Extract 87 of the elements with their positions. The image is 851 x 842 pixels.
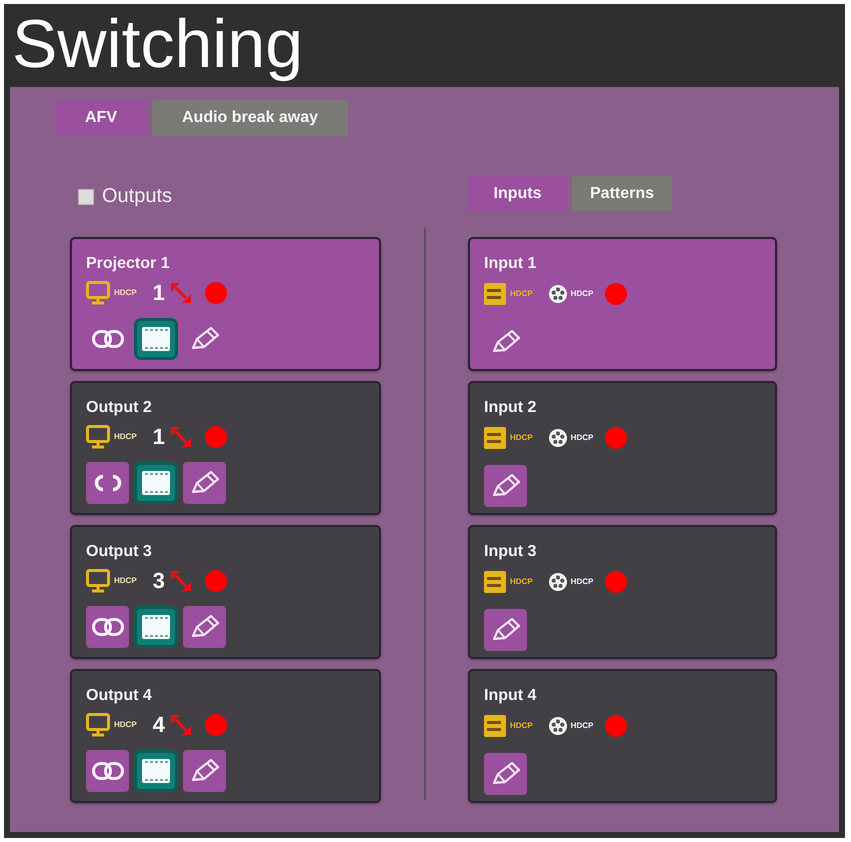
output-card[interactable]: Output 2 HDCP 1: [70, 381, 381, 515]
output-card[interactable]: Output 4 HDCP 4: [70, 669, 381, 803]
outputs-label: Outputs: [102, 185, 172, 208]
hdcp-label: HDCP: [510, 290, 533, 298]
hdcp-label: HDCP: [570, 578, 594, 586]
port-icon: [484, 427, 506, 449]
pencil-icon: [190, 614, 220, 640]
monitor-icon: [86, 568, 110, 592]
status-dot-icon: [605, 571, 628, 593]
input-name: Input 3: [484, 543, 536, 561]
pencil-icon: [190, 326, 220, 352]
video-button[interactable]: [134, 318, 178, 360]
status-dot-icon: [204, 282, 227, 304]
input-card[interactable]: Input 4 HDCP HDCP: [468, 669, 777, 803]
film-strip-icon: [142, 471, 170, 495]
link-button[interactable]: [86, 750, 129, 792]
input-card[interactable]: Input 2 HDCP HDCP: [468, 381, 777, 515]
double-arrow-icon: [170, 714, 191, 734]
edit-button[interactable]: [183, 462, 226, 504]
video-button[interactable]: [134, 462, 178, 504]
source-tab[interactable]: Patterns: [572, 176, 672, 211]
port-icon: [484, 571, 506, 593]
output-card[interactable]: Projector 1 HDCP 1: [70, 237, 381, 371]
outputs-checkbox[interactable]: [78, 188, 94, 204]
port-icon: [484, 283, 506, 305]
hdcp-label: HDCP: [570, 434, 594, 442]
double-arrow-icon: [170, 570, 191, 590]
output-card[interactable]: Output 3 HDCP 3: [70, 525, 381, 659]
video-button[interactable]: [134, 750, 178, 792]
source-number: 3: [152, 568, 165, 594]
pencil-icon: [190, 758, 220, 784]
hdcp-label: HDCP: [114, 576, 137, 584]
input-name: Input 1: [484, 255, 536, 273]
pencil-icon: [490, 473, 520, 499]
input-name: Input 4: [484, 687, 536, 705]
monitor-icon: [86, 424, 110, 448]
pencil-icon: [490, 329, 520, 355]
video-button[interactable]: [134, 606, 178, 648]
hdcp-label: HDCP: [510, 722, 533, 730]
edit-button[interactable]: [484, 753, 527, 795]
link-button[interactable]: [86, 462, 129, 504]
film-strip-icon: [142, 327, 170, 351]
output-name: Output 2: [86, 399, 152, 417]
source-number: 1: [152, 280, 165, 306]
hdcp-label: HDCP: [570, 290, 594, 298]
pencil-icon: [490, 617, 520, 643]
edit-button[interactable]: [484, 465, 527, 507]
output-name: Output 3: [86, 543, 152, 561]
film-reel-icon: [548, 717, 567, 735]
source-tab[interactable]: Inputs: [468, 176, 567, 211]
pencil-icon: [490, 761, 520, 787]
edit-button[interactable]: [183, 606, 226, 648]
output-name: Projector 1: [86, 255, 170, 273]
monitor-icon: [86, 712, 110, 736]
hdcp-label: HDCP: [114, 720, 137, 728]
film-reel-icon: [548, 573, 567, 591]
hdcp-label: HDCP: [570, 722, 594, 730]
film-strip-icon: [142, 615, 170, 639]
source-number: 4: [152, 712, 165, 738]
link-button[interactable]: [86, 606, 129, 648]
status-dot-icon: [605, 283, 628, 305]
source-number: 1: [152, 424, 165, 450]
status-dot-icon: [204, 426, 227, 448]
status-dot-icon: [605, 427, 628, 449]
status-dot-icon: [605, 715, 628, 737]
hdcp-label: HDCP: [114, 288, 137, 296]
hdcp-label: HDCP: [510, 434, 533, 442]
double-arrow-icon: [170, 282, 191, 302]
input-card[interactable]: Input 1 HDCP HDCP: [468, 237, 777, 371]
mode-tab[interactable]: AFV: [55, 100, 147, 136]
edit-button[interactable]: [484, 609, 527, 651]
mode-tab[interactable]: Audio break away: [152, 100, 348, 136]
hdcp-label: HDCP: [114, 432, 137, 440]
input-name: Input 2: [484, 399, 536, 417]
edit-button[interactable]: [183, 750, 226, 792]
output-name: Output 4: [86, 687, 152, 705]
hdcp-label: HDCP: [510, 578, 533, 586]
film-reel-icon: [548, 285, 567, 303]
double-arrow-icon: [170, 426, 191, 446]
status-dot-icon: [204, 714, 227, 736]
pencil-icon: [190, 470, 220, 496]
input-card[interactable]: Input 3 HDCP HDCP: [468, 525, 777, 659]
film-strip-icon: [142, 759, 170, 783]
status-dot-icon: [204, 570, 227, 592]
film-reel-icon: [548, 429, 567, 447]
monitor-icon: [86, 280, 110, 304]
port-icon: [484, 715, 506, 737]
